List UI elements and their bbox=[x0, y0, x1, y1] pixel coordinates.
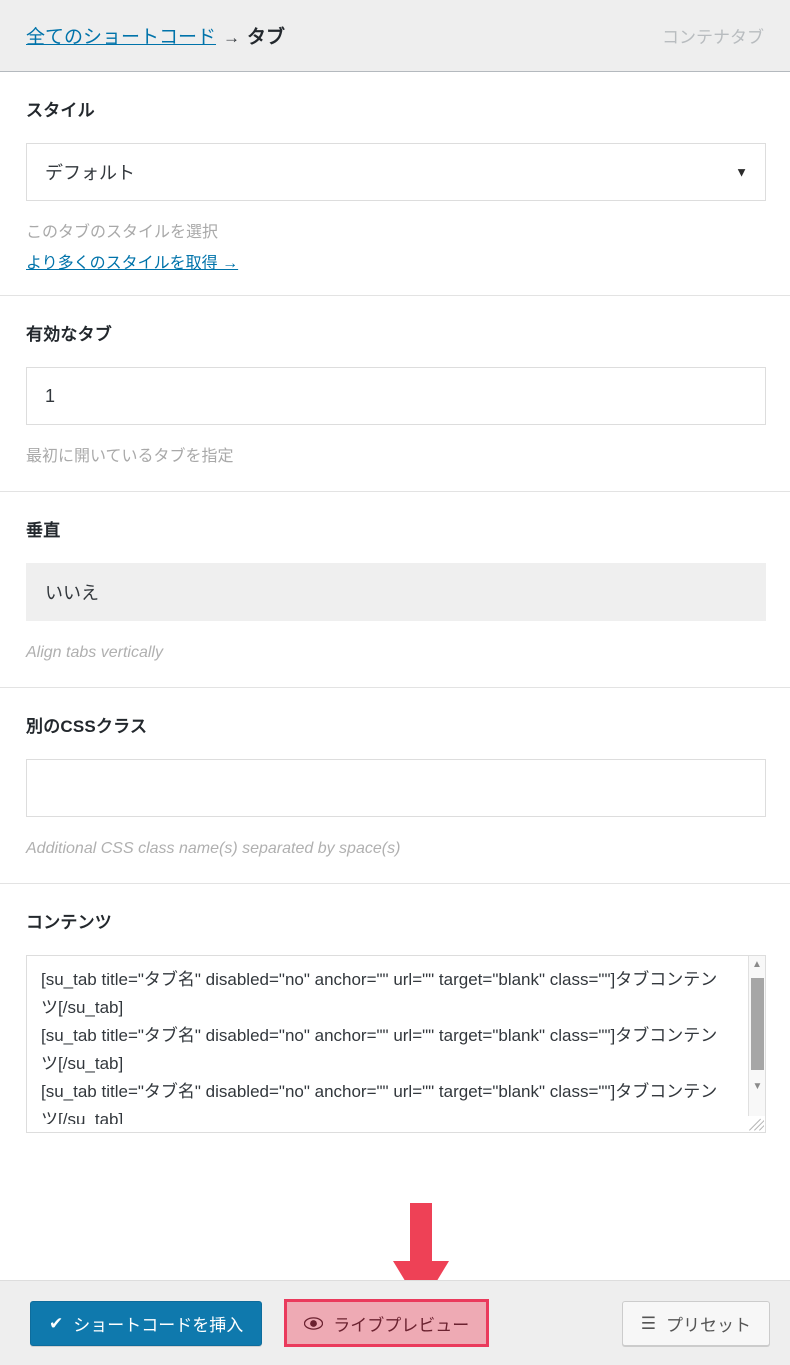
presets-label: プリセット bbox=[666, 1315, 751, 1335]
field-help-style: このタブのスタイルを選択 bbox=[26, 224, 219, 241]
breadcrumb-all-shortcodes-link[interactable]: 全てのショートコード bbox=[26, 22, 216, 49]
chevron-down-icon: ▼ bbox=[735, 164, 748, 180]
live-preview-label: ライブプレビュー bbox=[333, 1315, 470, 1335]
field-label-style: スタイル bbox=[26, 101, 95, 120]
scroll-down-icon[interactable]: ▼ bbox=[753, 1078, 763, 1096]
field-style: スタイル デフォルト ▼ このタブのスタイルを選択 より多くのスタイルを取得 → bbox=[0, 72, 790, 296]
panel-footer: ✔ ショートコードを挿入 ライブプレビュー ☰ プリセット bbox=[0, 1280, 790, 1365]
insert-shortcode-label: ショートコードを挿入 bbox=[73, 1315, 244, 1335]
breadcrumb: 全てのショートコード → タブ bbox=[26, 22, 285, 49]
field-content: コンテンツ [su_tab title="タブ名" disabled="no" … bbox=[0, 884, 790, 1133]
field-help-css-class: Additional CSS class name(s) separated b… bbox=[26, 840, 401, 857]
header-context-label: コンテナタブ bbox=[662, 28, 764, 47]
scrollbar-thumb[interactable] bbox=[750, 978, 764, 1070]
insert-shortcode-button[interactable]: ✔ ショートコードを挿入 bbox=[30, 1300, 263, 1346]
field-label-vertical: 垂直 bbox=[26, 521, 61, 540]
check-icon: ✔ bbox=[49, 1313, 64, 1333]
content-textarea[interactable]: [su_tab title="タブ名" disabled="no" anchor… bbox=[26, 955, 766, 1133]
field-label-css-class: 別のCSSクラス bbox=[26, 717, 148, 736]
textarea-resize-handle[interactable] bbox=[748, 1115, 764, 1131]
style-select[interactable]: デフォルト ▼ bbox=[26, 143, 766, 201]
scroll-up-icon[interactable]: ▲ bbox=[752, 956, 762, 974]
presets-button[interactable]: ☰ プリセット bbox=[621, 1300, 770, 1346]
field-vertical: 垂直 いいえ Align tabs vertically bbox=[0, 492, 790, 688]
breadcrumb-current-item: タブ bbox=[247, 27, 286, 48]
field-active-tab: 有効なタブ 1 最初に開いているタブを指定 bbox=[0, 296, 790, 492]
field-help-active-tab: 最初に開いているタブを指定 bbox=[26, 448, 234, 465]
content-textarea-scrollbar[interactable]: ▲ ▼ bbox=[748, 956, 765, 1116]
eye-icon bbox=[304, 1316, 324, 1330]
hamburger-menu-icon: ☰ bbox=[640, 1313, 656, 1333]
content-textarea-value: [su_tab title="タブ名" disabled="no" anchor… bbox=[41, 970, 718, 1124]
breadcrumb-separator-icon: → bbox=[223, 28, 241, 47]
field-label-active-tab: 有効なタブ bbox=[26, 325, 112, 344]
active-tab-input[interactable]: 1 bbox=[26, 367, 766, 425]
shortcode-editor-panel: 全てのショートコード → タブ コンテナタブ スタイル デフォルト ▼ このタブ… bbox=[0, 0, 790, 1365]
field-css-class: 別のCSSクラス Additional CSS class name(s) se… bbox=[0, 688, 790, 884]
vertical-select[interactable]: いいえ bbox=[26, 563, 766, 621]
get-more-styles-link[interactable]: より多くのスタイルを取得 → bbox=[26, 249, 764, 273]
field-help-vertical: Align tabs vertically bbox=[26, 644, 163, 661]
live-preview-button[interactable]: ライブプレビュー bbox=[288, 1303, 485, 1343]
style-select-value: デフォルト bbox=[45, 163, 135, 183]
panel-header: 全てのショートコード → タブ コンテナタブ bbox=[0, 0, 790, 72]
css-class-input[interactable] bbox=[26, 759, 766, 817]
scrollbar-track[interactable]: ▼ bbox=[749, 974, 766, 1116]
active-tab-input-value: 1 bbox=[45, 385, 56, 406]
field-label-content: コンテンツ bbox=[26, 913, 112, 932]
vertical-select-value: いいえ bbox=[45, 583, 99, 603]
live-preview-highlight: ライブプレビュー bbox=[284, 1299, 490, 1347]
